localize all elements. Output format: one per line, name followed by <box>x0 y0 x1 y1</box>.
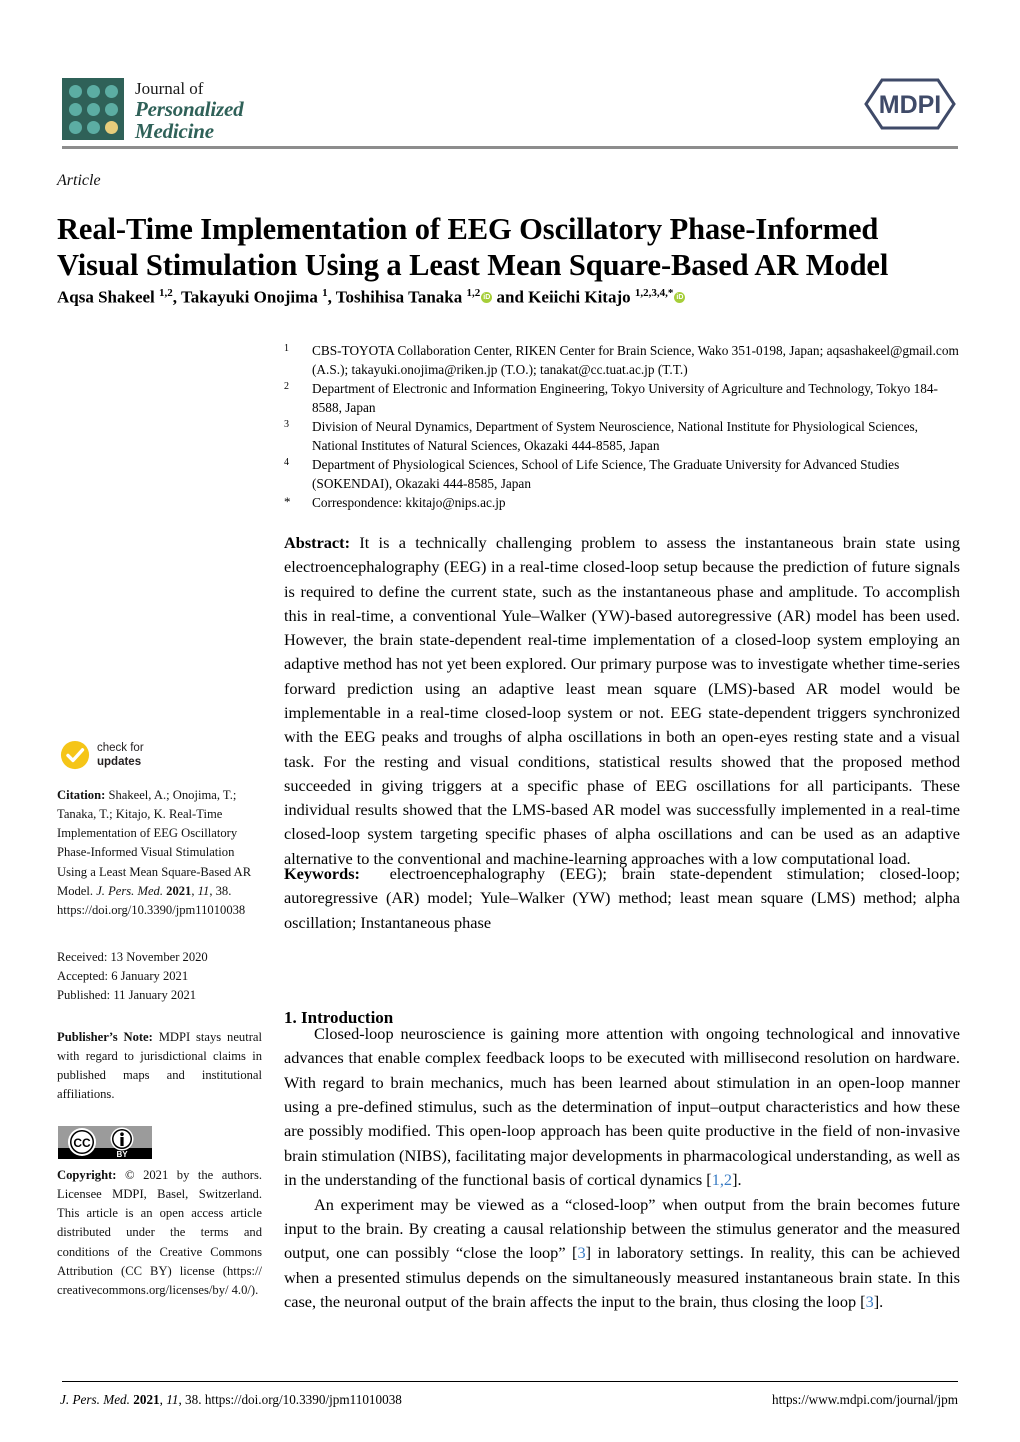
affiliation-marker: 1 <box>284 343 289 354</box>
footer-journal-url[interactable]: https://www.mdpi.com/journal/jpm <box>772 1392 958 1408</box>
received-date: Received: 13 November 2020 <box>57 950 208 964</box>
masthead-divider <box>62 146 958 149</box>
logo-dot <box>68 84 82 98</box>
affiliation-item: 4 Department of Physiological Sciences, … <box>284 455 960 493</box>
article-type-label: Article <box>57 172 101 189</box>
affiliation-text: Department of Physiological Sciences, Sc… <box>312 457 900 491</box>
check-circle-icon <box>60 740 90 770</box>
journal-logo: Journal of Personalized Medicine <box>62 78 244 144</box>
paragraph-text-tail: ]. <box>732 1170 742 1190</box>
citation-block: Citation: Shakeel, A.; Onojima, T.; Tana… <box>57 788 252 917</box>
mdpi-logo: MDPI <box>862 74 958 134</box>
footer-journal: J. Pers. Med. <box>60 1392 130 1407</box>
svg-text:BY: BY <box>116 1150 128 1159</box>
svg-text:CC: CC <box>73 1136 91 1150</box>
affiliation-marker: 3 <box>284 419 289 430</box>
logo-dot <box>68 120 82 134</box>
published-date: Published: 11 January 2021 <box>57 988 197 1003</box>
copyright-text: © 2021 by the authors. Licensee MDPI, Ba… <box>57 1168 262 1297</box>
affiliation-item: 3 Division of Neural Dynamics, Departmen… <box>284 417 960 455</box>
affiliation-marker: 2 <box>284 381 289 392</box>
citation-journal: J. Pers. Med. <box>96 883 163 898</box>
footer-year: 2021 <box>133 1392 160 1407</box>
copyright-label: Copyright: <box>57 1168 117 1182</box>
check-updates-line2: updates <box>97 756 142 768</box>
journal-name-line2: Personalized <box>135 97 244 122</box>
logo-dot <box>86 84 100 98</box>
affiliation-text: Division of Neural Dynamics, Department … <box>312 419 918 453</box>
creative-commons-license-icon[interactable]: CC BY <box>58 1126 152 1159</box>
publication-dates: Received: 13 November 2020 Accepted: 6 J… <box>57 948 262 1005</box>
introduction-body: Closed-loop neuroscience is gaining more… <box>284 1022 960 1314</box>
logo-dot <box>104 102 118 116</box>
affiliation-item: 2 Department of Electronic and Informati… <box>284 379 960 417</box>
affiliation-text: Department of Electronic and Information… <box>312 381 938 415</box>
footer-citation: J. Pers. Med. 2021, 11, 38. https://doi.… <box>60 1392 402 1407</box>
journal-name-line1: Journal of <box>135 79 204 98</box>
citation-volume: 11 <box>197 883 210 898</box>
paragraph: An experiment may be viewed as a “closed… <box>284 1193 960 1315</box>
logo-dot <box>86 120 100 134</box>
footer-article-number: 38. <box>185 1392 202 1407</box>
publishers-note: Publisher’s Note: MDPI stays neutral wit… <box>57 1028 262 1105</box>
affiliation-text: CBS-TOYOTA Collaboration Center, RIKEN C… <box>312 343 959 377</box>
journal-logo-mark <box>62 78 124 140</box>
copyright-block: Copyright: © 2021 by the authors. Licens… <box>57 1166 262 1300</box>
footer-volume: 11 <box>166 1392 179 1407</box>
affiliation-item: 1 CBS-TOYOTA Collaboration Center, RIKEN… <box>284 341 960 379</box>
logo-dot <box>86 102 100 116</box>
accepted-date: Accepted: 6 January 2021 <box>57 969 189 984</box>
citation-label: Citation: <box>57 788 106 802</box>
logo-dot-accent <box>104 120 118 134</box>
footer-divider <box>62 1381 958 1382</box>
affiliation-item-correspondence: * Correspondence: kkitajo@nips.ac.jp <box>284 493 960 512</box>
affiliation-marker: * <box>284 494 291 509</box>
citation-article-number: 38. <box>215 883 232 898</box>
footer-doi[interactable]: https://doi.org/10.3390/jpm11010038 <box>205 1392 402 1407</box>
journal-wordmark: Journal of Personalized Medicine <box>135 78 244 144</box>
affiliation-text: Correspondence: kkitajo@nips.ac.jp <box>312 495 506 510</box>
logo-dot <box>104 84 118 98</box>
citation-reference-link[interactable]: 3 <box>577 1243 585 1262</box>
citation-reference-link[interactable]: 3 <box>866 1292 874 1311</box>
page-title: Real-Time Implementation of EEG Oscillat… <box>57 212 889 283</box>
check-updates-line1: check for <box>97 741 144 754</box>
keywords-label: Keywords: <box>284 864 360 883</box>
paragraph-text: Closed-loop neuroscience is gaining more… <box>284 1024 960 1190</box>
article-page: Journal of Personalized Medicine MDPI Ar… <box>0 0 1020 1442</box>
paragraph: Closed-loop neuroscience is gaining more… <box>284 1022 960 1193</box>
check-for-updates-badge[interactable]: check for updates <box>60 740 144 770</box>
abstract-text: It is a technically challenging problem … <box>284 533 960 868</box>
citation-year: 2021 <box>166 883 192 898</box>
masthead: Journal of Personalized Medicine MDPI <box>62 72 958 144</box>
affiliation-marker: 4 <box>284 457 289 468</box>
keywords-text: electroencephalography (EEG); brain stat… <box>284 864 960 932</box>
citation-reference-link[interactable]: 1,2 <box>712 1170 732 1189</box>
check-for-updates-label: check for updates <box>97 741 144 769</box>
author-list: Aqsa Shakeel 1,2, Takayuki Onojima 1, To… <box>57 287 686 307</box>
affiliation-list: 1 CBS-TOYOTA Collaboration Center, RIKEN… <box>284 341 960 512</box>
journal-name-line3: Medicine <box>135 119 214 144</box>
abstract-block: Abstract: It is a technically challengin… <box>284 531 960 871</box>
logo-dot <box>68 102 82 116</box>
paragraph-text-tail: ]. <box>873 1291 884 1311</box>
abstract-label: Abstract: <box>284 533 351 552</box>
citation-doi[interactable]: https://doi.org/10.3390/jpm11010038 <box>57 903 245 917</box>
publishers-note-label: Publisher’s Note: <box>57 1030 153 1044</box>
keywords-block: Keywords: electroencephalography (EEG); … <box>284 862 960 935</box>
svg-text:MDPI: MDPI <box>879 91 942 119</box>
citation-text: Shakeel, A.; Onojima, T.; Tanaka, T.; Ki… <box>57 788 252 898</box>
